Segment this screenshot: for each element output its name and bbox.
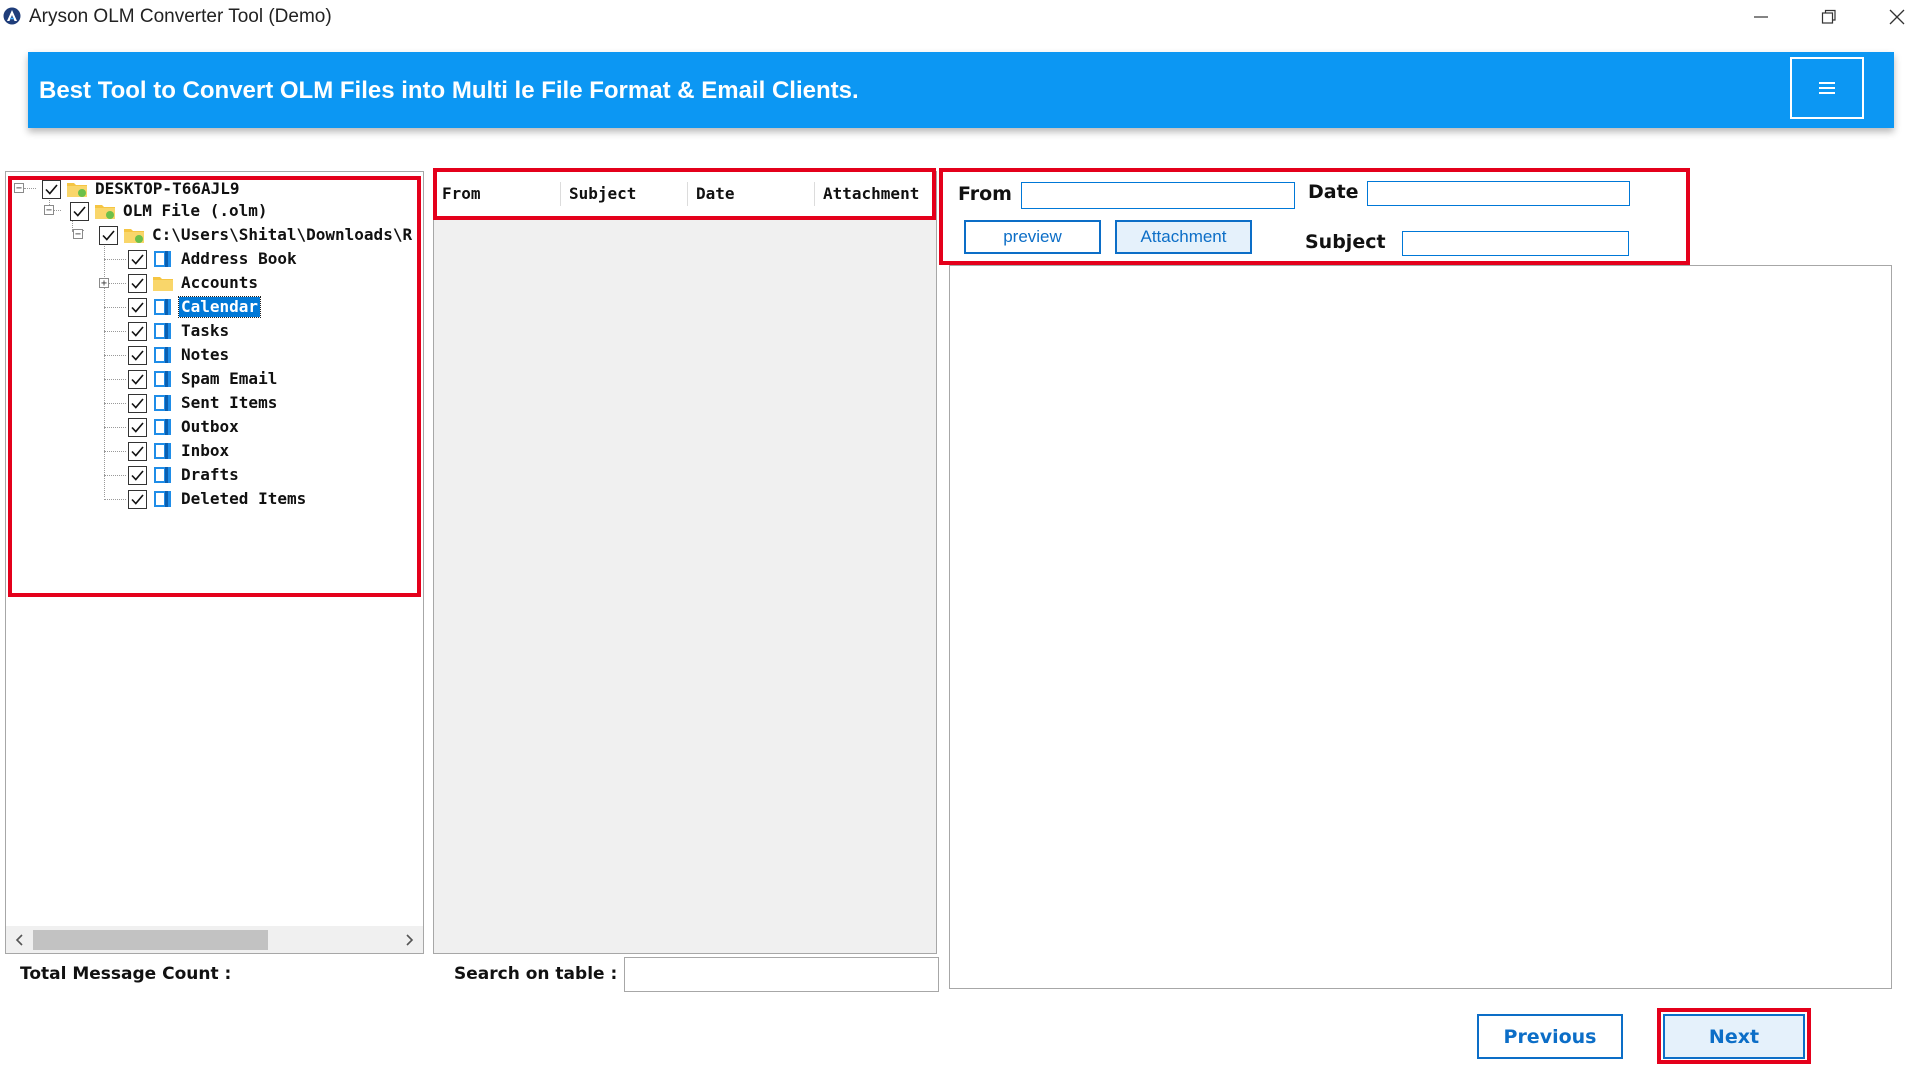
total-message-count-label: Total Message Count : [20, 964, 232, 984]
banner-tagline: Best Tool to Convert OLM Files into Mult… [39, 77, 859, 104]
preview-button[interactable]: preview [964, 220, 1101, 254]
list-header-highlight-box [433, 168, 936, 220]
header-banner: Best Tool to Convert OLM Files into Mult… [28, 52, 1894, 128]
chevron-left-icon [15, 933, 23, 946]
from-label: From [958, 183, 1012, 205]
tree-highlight-box [8, 176, 421, 597]
date-field[interactable] [1367, 181, 1630, 206]
search-table-label: Search on table : [454, 964, 618, 984]
scroll-thumb[interactable] [33, 930, 268, 950]
next-button[interactable]: Next [1663, 1014, 1805, 1059]
menu-button[interactable] [1790, 57, 1864, 119]
scroll-right-button[interactable] [397, 926, 423, 953]
date-label: Date [1308, 181, 1359, 203]
window-title: Aryson OLM Converter Tool (Demo) [29, 6, 332, 27]
search-table-input[interactable] [624, 957, 939, 992]
from-field[interactable] [1021, 182, 1295, 209]
chevron-right-icon [406, 933, 414, 946]
close-button[interactable] [1868, 0, 1917, 34]
minimize-button[interactable] [1732, 0, 1790, 34]
restore-icon [1821, 9, 1836, 24]
title-bar: Aryson OLM Converter Tool (Demo) [0, 0, 1917, 36]
attachment-button[interactable]: Attachment [1115, 220, 1252, 254]
message-preview-area[interactable] [949, 265, 1892, 989]
minimize-icon [1754, 16, 1768, 18]
subject-field[interactable] [1402, 231, 1629, 256]
aryson-logo-icon [3, 7, 21, 25]
scroll-left-button[interactable] [6, 926, 32, 953]
previous-button[interactable]: Previous [1477, 1014, 1623, 1059]
subject-label: Subject [1305, 231, 1386, 253]
message-list-panel[interactable] [433, 171, 937, 954]
close-icon [1889, 9, 1905, 25]
hamburger-menu-icon [1819, 82, 1835, 94]
tree-horizontal-scrollbar[interactable] [6, 926, 423, 953]
restore-button[interactable] [1800, 0, 1858, 34]
